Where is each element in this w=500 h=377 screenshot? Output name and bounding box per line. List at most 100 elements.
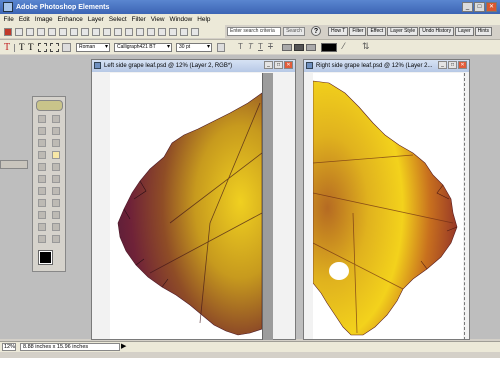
font-name-dropdown[interactable]: Calligraph421 BT (114, 43, 172, 52)
right-doc-vertical-scrollbar[interactable] (464, 73, 468, 340)
help-icon[interactable]: ? (311, 26, 321, 36)
move-tool-icon[interactable] (52, 115, 60, 123)
hand-tool-icon[interactable] (52, 235, 60, 243)
font-size-dropdown[interactable]: 30 pt (176, 43, 212, 52)
healing-brush-icon[interactable] (38, 175, 46, 183)
left-doc-maximize-button[interactable]: □ (274, 61, 283, 69)
marquee-tool-icon[interactable] (38, 127, 46, 135)
view-icon[interactable] (147, 27, 155, 36)
tab-filters[interactable]: Filter (349, 27, 367, 36)
photo-icon[interactable] (92, 27, 100, 36)
tab-undo-history[interactable]: Undo History (419, 27, 455, 36)
window-controls: _ □ ✕ (462, 2, 497, 12)
tab-hints[interactable]: Hints (474, 27, 493, 36)
new-file-icon[interactable] (15, 27, 23, 36)
strikethrough-icon[interactable]: T (268, 42, 273, 51)
left-doc-minimize-button[interactable]: _ (264, 61, 273, 69)
left-doc-close-button[interactable]: ✕ (284, 61, 293, 69)
menu-image[interactable]: Image (32, 16, 55, 23)
shape-tool-icon[interactable] (52, 211, 60, 219)
tab-layer-styles[interactable]: Layer Style (387, 27, 419, 36)
menu-view[interactable]: View (148, 16, 167, 23)
menu-filter[interactable]: Filter (129, 16, 148, 23)
text-color-swatch[interactable] (321, 43, 337, 52)
close-button[interactable]: ✕ (486, 2, 497, 12)
status-menu-arrow[interactable]: ▶ (121, 342, 126, 352)
print-preview-icon[interactable] (70, 27, 78, 36)
browse-icon[interactable] (37, 27, 45, 36)
left-doc-vertical-scrollbar[interactable] (262, 73, 273, 340)
vertical-type-mask-icon[interactable] (50, 43, 59, 52)
menu-help[interactable]: Help (195, 16, 213, 23)
zoom-tool-icon[interactable] (191, 27, 199, 36)
document-icon (306, 62, 313, 69)
acrobat-icon[interactable] (4, 27, 12, 36)
align-left-icon[interactable] (282, 44, 292, 51)
right-canvas[interactable] (313, 73, 463, 339)
menu-edit[interactable]: Edit (16, 16, 32, 23)
menu-file[interactable]: File (1, 16, 16, 23)
gradient-icon[interactable] (38, 211, 46, 219)
faux-bold-icon[interactable]: T (238, 42, 243, 51)
text-tool-icon[interactable]: T (4, 42, 10, 53)
web-icon[interactable] (103, 27, 111, 36)
open-folder-icon[interactable] (26, 27, 34, 36)
font-family-dropdown[interactable]: Roman (76, 43, 110, 52)
type-mask-icon[interactable] (38, 43, 47, 52)
tab-effects[interactable]: Effect (367, 27, 387, 36)
maximize-button[interactable]: □ (474, 2, 485, 12)
print-icon[interactable] (59, 27, 67, 36)
pencil-icon[interactable] (38, 187, 46, 195)
navigator-collapsed-tab[interactable] (0, 160, 28, 169)
horizontal-type-icon[interactable]: T (19, 42, 25, 52)
vertical-type-icon[interactable]: T (28, 42, 34, 52)
foreground-color-swatch[interactable] (38, 250, 53, 265)
search-input[interactable]: Enter search criteria (227, 27, 281, 36)
menu-window[interactable]: Window (167, 16, 195, 23)
cookie-cutter-icon[interactable] (38, 163, 46, 171)
zoom-icon[interactable] (38, 115, 46, 123)
blur-icon[interactable] (38, 223, 46, 231)
transform-icon[interactable] (180, 27, 188, 36)
rotate-icon[interactable] (169, 27, 177, 36)
minimize-button[interactable]: _ (462, 2, 473, 12)
selection-brush-icon[interactable] (52, 139, 60, 147)
lasso-tool-icon[interactable] (52, 127, 60, 135)
underline-icon[interactable]: T (258, 42, 263, 51)
warp-text-icon[interactable]: ⁄ (343, 41, 345, 51)
align-center-icon[interactable] (294, 44, 304, 51)
paint-bucket-icon[interactable] (52, 199, 60, 207)
menu-layer[interactable]: Layer (85, 16, 106, 23)
crop-tool-icon[interactable] (52, 151, 60, 159)
font-browse-icon[interactable] (62, 43, 71, 52)
right-document-controls: _ □ ✕ (438, 61, 467, 69)
select-icon[interactable] (158, 27, 166, 36)
eyedropper-icon[interactable] (38, 235, 46, 243)
align-right-icon[interactable] (306, 44, 316, 51)
quick-fix-icon[interactable] (136, 27, 144, 36)
menu-select[interactable]: Select (106, 16, 129, 23)
email-icon[interactable] (81, 27, 89, 36)
magic-wand-icon[interactable] (38, 139, 46, 147)
brush-icon[interactable] (38, 199, 46, 207)
anti-alias-icon[interactable] (217, 43, 225, 52)
eraser-icon[interactable] (52, 187, 60, 195)
change-orientation-icon[interactable]: ⇅ (362, 41, 370, 52)
zoom-level-field[interactable]: 12% (2, 343, 16, 351)
sponge-icon[interactable] (52, 223, 60, 231)
save-icon[interactable] (48, 27, 56, 36)
type-tool-icon[interactable] (38, 151, 46, 159)
right-doc-close-button[interactable]: ✕ (458, 61, 467, 69)
clone-stamp-icon[interactable] (52, 175, 60, 183)
tab-how-to[interactable]: How T (328, 27, 349, 36)
red-eye-icon[interactable] (52, 163, 60, 171)
step-backward-icon[interactable] (114, 27, 122, 36)
step-forward-icon[interactable] (125, 27, 133, 36)
faux-italic-icon[interactable]: T (248, 42, 253, 51)
right-doc-minimize-button[interactable]: _ (438, 61, 447, 69)
left-canvas[interactable] (110, 73, 262, 339)
right-doc-maximize-button[interactable]: □ (448, 61, 457, 69)
search-button[interactable]: Search (283, 27, 305, 36)
menu-enhance[interactable]: Enhance (55, 16, 85, 23)
tab-layers[interactable]: Layer (455, 27, 474, 36)
